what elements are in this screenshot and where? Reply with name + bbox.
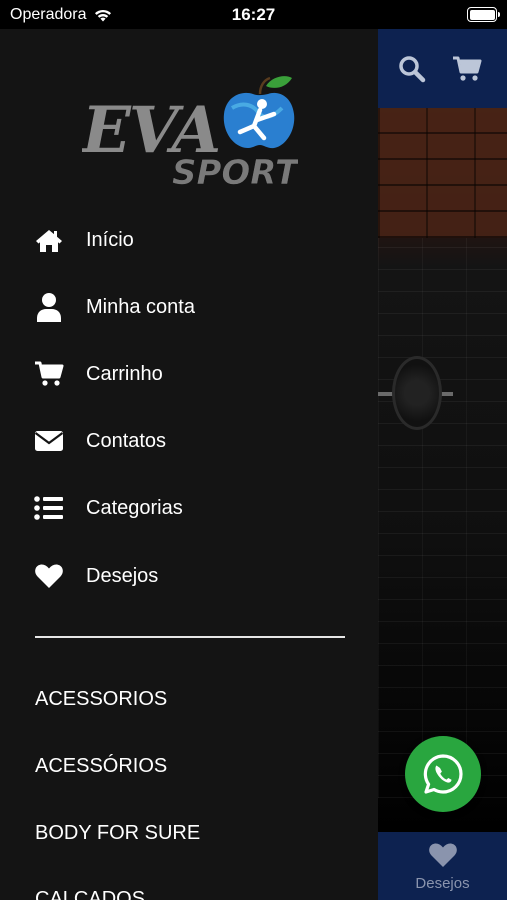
battery-icon — [467, 7, 500, 22]
tab-wishlist-label: Desejos — [415, 875, 470, 892]
menu-item-label: Categorias — [86, 496, 183, 519]
heart-icon — [34, 561, 64, 591]
app-header — [378, 29, 507, 108]
home-icon — [34, 225, 64, 255]
search-icon[interactable] — [398, 55, 426, 83]
list-icon — [34, 493, 64, 523]
hero-image — [378, 108, 507, 832]
menu-item-label: Início — [86, 228, 134, 251]
category-item[interactable]: ACESSÓRIOS — [35, 755, 167, 778]
menu-divider — [35, 636, 345, 638]
menu-item-minha-conta[interactable]: Minha conta — [34, 287, 195, 327]
menu-item-label: Desejos — [86, 564, 159, 587]
bottom-tab-bar: Desejos — [378, 832, 507, 900]
menu-item-label: Carrinho — [86, 362, 163, 385]
brand-logo: EVA SPORTS — [82, 76, 298, 193]
status-bar: Operadora 16:27 — [0, 0, 507, 29]
menu-item-label: Minha conta — [86, 295, 195, 318]
svg-text:SPORTS: SPORTS — [172, 153, 298, 193]
tab-wishlist[interactable]: Desejos — [378, 842, 507, 892]
clock: 16:27 — [231, 5, 276, 24]
menu-item-inicio[interactable]: Início — [34, 220, 134, 260]
heart-icon — [428, 843, 457, 867]
menu-item-label: Contatos — [86, 429, 167, 452]
user-icon — [34, 292, 64, 322]
side-drawer: EVA SPORTS Início Minha conta — [0, 29, 378, 900]
cart-icon[interactable] — [452, 55, 482, 83]
category-item[interactable]: BODY FOR SURE — [35, 822, 200, 845]
apple-icon — [223, 76, 295, 149]
envelope-icon — [34, 426, 64, 456]
category-item[interactable]: CALCADOS — [35, 888, 145, 900]
menu-item-desejos[interactable]: Desejos — [34, 556, 158, 596]
whatsapp-icon — [423, 754, 463, 794]
menu-item-carrinho[interactable]: Carrinho — [34, 354, 163, 394]
cart-icon — [34, 359, 64, 389]
whatsapp-button[interactable] — [405, 736, 481, 812]
menu-item-categorias[interactable]: Categorias — [34, 488, 183, 528]
menu-item-contatos[interactable]: Contatos — [34, 421, 166, 461]
category-item[interactable]: ACESSORIOS — [35, 688, 167, 711]
